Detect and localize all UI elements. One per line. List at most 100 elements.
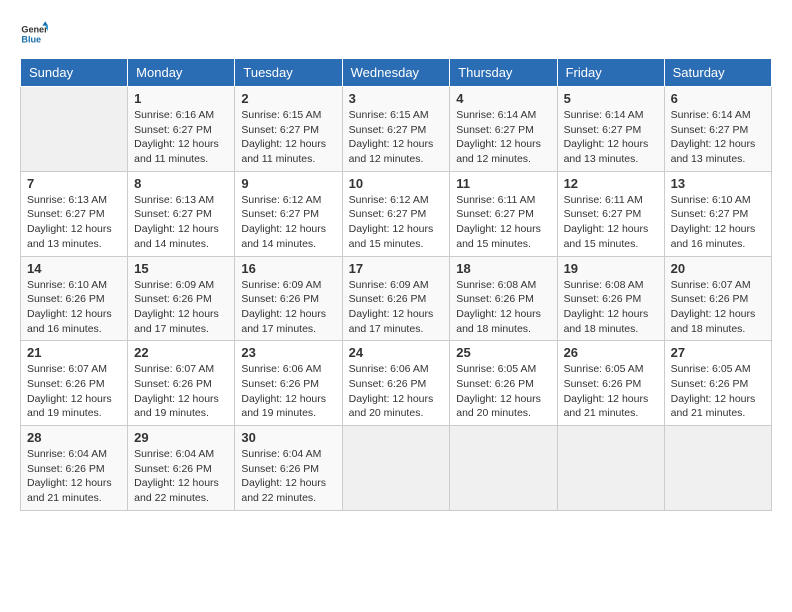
day-header-sunday: Sunday [21,59,128,87]
calendar-cell: 27Sunrise: 6:05 AMSunset: 6:26 PMDayligh… [664,341,771,426]
day-number: 25 [456,345,550,360]
calendar-cell: 12 Sunrise: 6:11 AMSunset: 6:27 PMDayligh… [557,171,664,256]
calendar-cell: 9 Sunrise: 6:12 AMSunset: 6:27 PMDaylight… [235,171,342,256]
calendar-cell: 19 Sunrise: 6:08 AMSunset: 6:26 PMDayligh… [557,256,664,341]
day-info: Sunrise: 6:15 AMSunset: 6:27 PMDaylight:… [349,108,444,167]
day-header-saturday: Saturday [664,59,771,87]
calendar-cell: 5Sunrise: 6:14 AMSunset: 6:27 PMDaylight… [557,87,664,172]
day-header-wednesday: Wednesday [342,59,450,87]
day-info: Sunrise: 6:04 AMSunset: 6:26 PMDaylight:… [27,447,121,506]
day-info: Sunrise: 6:13 AMSunset: 6:27 PMDaylight:… [134,193,228,252]
day-number: 9 [241,176,335,191]
day-info: Sunrise: 6:09 AMSunset: 6:26 PMDaylight:… [134,278,228,337]
calendar-cell: 2Sunrise: 6:15 AMSunset: 6:27 PMDaylight… [235,87,342,172]
day-info: Sunrise: 6:10 AMSunset: 6:26 PMDaylight:… [27,278,121,337]
calendar-cell: 13 Sunrise: 6:10 AMSunset: 6:27 PMDayligh… [664,171,771,256]
day-number: 6 [671,91,765,106]
calendar-cell: 10 Sunrise: 6:12 AMSunset: 6:27 PMDayligh… [342,171,450,256]
day-info: Sunrise: 6:08 AMSunset: 6:26 PMDaylight:… [564,278,658,337]
day-number: 13 [671,176,765,191]
calendar-cell: 29 Sunrise: 6:04 AMSunset: 6:26 PMDayligh… [128,426,235,511]
day-info: Sunrise: 6:14 AMSunset: 6:27 PMDaylight:… [671,108,765,167]
day-number: 29 [134,430,228,445]
calendar-cell [342,426,450,511]
day-info: Sunrise: 6:06 AMSunset: 6:26 PMDaylight:… [349,362,444,421]
day-info: Sunrise: 6:04 AMSunset: 6:26 PMDaylight:… [241,447,335,506]
day-header-thursday: Thursday [450,59,557,87]
day-number: 18 [456,261,550,276]
day-number: 26 [564,345,658,360]
day-header-friday: Friday [557,59,664,87]
day-number: 24 [349,345,444,360]
day-number: 10 [349,176,444,191]
day-number: 2 [241,91,335,106]
calendar-cell: 14 Sunrise: 6:10 AMSunset: 6:26 PMDayligh… [21,256,128,341]
calendar-cell: 25 Sunrise: 6:05 AMSunset: 6:26 PMDayligh… [450,341,557,426]
calendar-cell: 18 Sunrise: 6:08 AMSunset: 6:26 PMDayligh… [450,256,557,341]
calendar-cell: 30 Sunrise: 6:04 AMSunset: 6:26 PMDayligh… [235,426,342,511]
day-number: 20 [671,261,765,276]
day-info: Sunrise: 6:09 AMSunset: 6:26 PMDaylight:… [349,278,444,337]
calendar-cell: 17 Sunrise: 6:09 AMSunset: 6:26 PMDayligh… [342,256,450,341]
day-header-monday: Monday [128,59,235,87]
day-number: 7 [27,176,121,191]
day-info: Sunrise: 6:14 AMSunset: 6:27 PMDaylight:… [564,108,658,167]
day-number: 30 [241,430,335,445]
day-number: 3 [349,91,444,106]
calendar-cell: 22 Sunrise: 6:07 AMSunset: 6:26 PMDayligh… [128,341,235,426]
svg-text:Blue: Blue [21,34,41,44]
day-info: Sunrise: 6:11 AMSunset: 6:27 PMDaylight:… [456,193,550,252]
calendar-cell [557,426,664,511]
day-info: Sunrise: 6:07 AMSunset: 6:26 PMDaylight:… [134,362,228,421]
calendar-cell: 3 Sunrise: 6:15 AMSunset: 6:27 PMDaylight… [342,87,450,172]
day-info: Sunrise: 6:13 AMSunset: 6:27 PMDaylight:… [27,193,121,252]
calendar-cell: 28 Sunrise: 6:04 AMSunset: 6:26 PMDayligh… [21,426,128,511]
day-number: 14 [27,261,121,276]
svg-text:General: General [21,25,48,35]
calendar-cell [21,87,128,172]
day-info: Sunrise: 6:11 AMSunset: 6:27 PMDaylight:… [564,193,658,252]
day-info: Sunrise: 6:04 AMSunset: 6:26 PMDaylight:… [134,447,228,506]
day-info: Sunrise: 6:05 AMSunset: 6:26 PMDaylight:… [564,362,658,421]
logo-icon: General Blue [20,20,48,48]
page-header: General Blue [20,20,772,48]
day-info: Sunrise: 6:09 AMSunset: 6:26 PMDaylight:… [241,278,335,337]
day-info: Sunrise: 6:12 AMSunset: 6:27 PMDaylight:… [241,193,335,252]
day-header-tuesday: Tuesday [235,59,342,87]
calendar-week-row: 1 Sunrise: 6:16 AMSunset: 6:27 PMDaylight… [21,87,772,172]
day-number: 17 [349,261,444,276]
day-number: 12 [564,176,658,191]
calendar-cell: 4Sunrise: 6:14 AMSunset: 6:27 PMDaylight… [450,87,557,172]
day-info: Sunrise: 6:07 AMSunset: 6:26 PMDaylight:… [671,278,765,337]
calendar-cell: 20 Sunrise: 6:07 AMSunset: 6:26 PMDayligh… [664,256,771,341]
calendar-week-row: 7 Sunrise: 6:13 AMSunset: 6:27 PMDaylight… [21,171,772,256]
day-info: Sunrise: 6:08 AMSunset: 6:26 PMDaylight:… [456,278,550,337]
day-number: 23 [241,345,335,360]
day-info: Sunrise: 6:12 AMSunset: 6:27 PMDaylight:… [349,193,444,252]
day-info: Sunrise: 6:10 AMSunset: 6:27 PMDaylight:… [671,193,765,252]
day-number: 15 [134,261,228,276]
calendar-cell: 21Sunrise: 6:07 AMSunset: 6:26 PMDayligh… [21,341,128,426]
day-info: Sunrise: 6:06 AMSunset: 6:26 PMDaylight:… [241,362,335,421]
calendar-cell: 23 Sunrise: 6:06 AMSunset: 6:26 PMDayligh… [235,341,342,426]
day-info: Sunrise: 6:07 AMSunset: 6:26 PMDaylight:… [27,362,121,421]
calendar-cell: 26 Sunrise: 6:05 AMSunset: 6:26 PMDayligh… [557,341,664,426]
calendar-cell [664,426,771,511]
calendar-cell: 16Sunrise: 6:09 AMSunset: 6:26 PMDayligh… [235,256,342,341]
calendar-table: SundayMondayTuesdayWednesdayThursdayFrid… [20,58,772,511]
calendar-cell: 11Sunrise: 6:11 AMSunset: 6:27 PMDayligh… [450,171,557,256]
calendar-header-row: SundayMondayTuesdayWednesdayThursdayFrid… [21,59,772,87]
calendar-cell: 7 Sunrise: 6:13 AMSunset: 6:27 PMDaylight… [21,171,128,256]
day-number: 27 [671,345,765,360]
day-number: 28 [27,430,121,445]
day-number: 19 [564,261,658,276]
day-number: 4 [456,91,550,106]
calendar-cell: 6 Sunrise: 6:14 AMSunset: 6:27 PMDaylight… [664,87,771,172]
calendar-cell [450,426,557,511]
day-number: 22 [134,345,228,360]
calendar-cell: 1 Sunrise: 6:16 AMSunset: 6:27 PMDaylight… [128,87,235,172]
calendar-cell: 15 Sunrise: 6:09 AMSunset: 6:26 PMDayligh… [128,256,235,341]
day-info: Sunrise: 6:05 AMSunset: 6:26 PMDaylight:… [456,362,550,421]
day-info: Sunrise: 6:16 AMSunset: 6:27 PMDaylight:… [134,108,228,167]
day-number: 1 [134,91,228,106]
